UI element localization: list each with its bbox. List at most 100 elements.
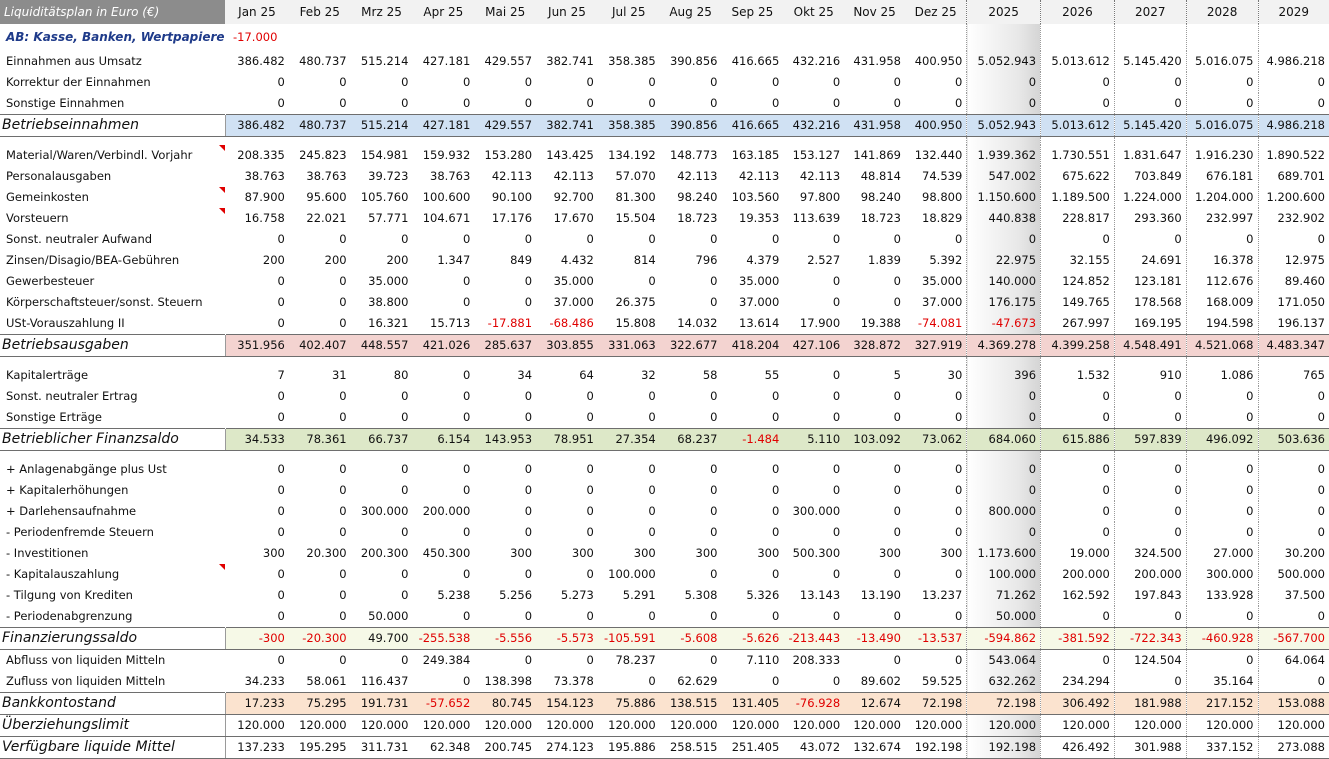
value-cell[interactable]: 200.745 bbox=[474, 736, 537, 759]
value-cell[interactable]: 0 bbox=[536, 480, 598, 501]
value-cell[interactable]: 0 bbox=[536, 407, 598, 429]
value-cell[interactable]: 0 bbox=[660, 564, 722, 585]
value-cell[interactable]: 0 bbox=[966, 72, 1041, 93]
value-cell[interactable]: 0 bbox=[225, 650, 289, 672]
row-label[interactable]: Sonst. neutraler Ertrag bbox=[0, 386, 225, 407]
row-label[interactable]: Verfügbare liquide Mittel bbox=[0, 736, 226, 759]
value-cell[interactable]: 0 bbox=[598, 671, 660, 693]
value-cell[interactable]: 22.021 bbox=[289, 208, 351, 229]
value-cell[interactable]: 116.437 bbox=[351, 671, 413, 693]
value-cell[interactable]: 0 bbox=[225, 407, 289, 429]
value-cell[interactable]: 0 bbox=[844, 292, 905, 313]
value-cell[interactable]: 0 bbox=[474, 522, 536, 543]
value-cell[interactable]: 396 bbox=[966, 365, 1041, 386]
value-cell[interactable]: 66.737 bbox=[350, 428, 413, 451]
value-cell[interactable]: 0 bbox=[1040, 606, 1115, 628]
value-cell[interactable] bbox=[1257, 24, 1329, 51]
value-cell[interactable]: 149.765 bbox=[1040, 292, 1115, 313]
value-cell[interactable]: 0 bbox=[783, 671, 844, 693]
row-label[interactable]: Vorsteuern bbox=[0, 208, 225, 229]
value-cell[interactable]: 390.856 bbox=[660, 51, 722, 72]
value-cell[interactable]: 0 bbox=[474, 93, 536, 115]
value-cell[interactable]: 0 bbox=[474, 386, 536, 407]
value-cell[interactable]: 303.855 bbox=[536, 334, 598, 357]
row-label[interactable]: + Kapitalerhöhungen bbox=[0, 480, 225, 501]
value-cell[interactable]: 124.504 bbox=[1113, 649, 1187, 671]
value-cell[interactable]: 0 bbox=[474, 229, 536, 250]
value-cell[interactable]: 87.900 bbox=[225, 187, 289, 208]
value-cell[interactable]: 217.152 bbox=[1185, 692, 1258, 715]
value-cell[interactable]: 0 bbox=[844, 386, 905, 407]
row-label[interactable]: Zufluss von liquiden Mitteln bbox=[0, 671, 225, 693]
value-cell[interactable]: 0 bbox=[783, 407, 844, 429]
value-cell[interactable]: 143.425 bbox=[536, 145, 598, 166]
column-header[interactable]: Feb 25 bbox=[288, 0, 351, 24]
value-cell[interactable]: -255.538 bbox=[412, 627, 475, 650]
value-cell[interactable]: 98.240 bbox=[660, 187, 722, 208]
row-label[interactable]: Kapitalerträge bbox=[0, 365, 225, 386]
value-cell[interactable]: 5.291 bbox=[598, 585, 660, 606]
value-cell[interactable]: 0 bbox=[289, 292, 351, 313]
column-header[interactable]: 2025 bbox=[966, 0, 1041, 24]
value-cell[interactable]: 13.143 bbox=[783, 585, 844, 606]
value-cell[interactable]: 0 bbox=[1040, 459, 1115, 480]
value-cell[interactable]: 1.150.600 bbox=[966, 187, 1041, 208]
value-cell[interactable]: 22.975 bbox=[966, 250, 1041, 271]
value-cell[interactable]: 0 bbox=[536, 650, 598, 672]
row-label[interactable]: Personalausgaben bbox=[0, 166, 225, 187]
value-cell[interactable]: 0 bbox=[1040, 386, 1115, 407]
value-cell[interactable]: 480.737 bbox=[288, 114, 351, 137]
value-cell[interactable]: 1.890.522 bbox=[1257, 145, 1329, 166]
value-cell[interactable]: 64 bbox=[536, 365, 598, 386]
value-cell[interactable]: 0 bbox=[225, 459, 289, 480]
value-cell[interactable]: 910 bbox=[1113, 365, 1187, 386]
value-cell[interactable]: 137.233 bbox=[225, 736, 289, 759]
value-cell[interactable]: 192.198 bbox=[904, 736, 967, 759]
value-cell[interactable]: 0 bbox=[474, 407, 536, 429]
value-cell[interactable]: -213.443 bbox=[783, 627, 845, 650]
value-cell[interactable]: 234.294 bbox=[1040, 671, 1115, 693]
value-cell[interactable]: 0 bbox=[966, 407, 1041, 429]
value-cell[interactable]: 0 bbox=[412, 386, 474, 407]
value-cell[interactable]: 71.262 bbox=[966, 585, 1041, 606]
value-cell[interactable]: 0 bbox=[844, 480, 905, 501]
value-cell[interactable]: 285.637 bbox=[474, 334, 537, 357]
value-cell[interactable]: 38.800 bbox=[351, 292, 413, 313]
column-header[interactable]: 2027 bbox=[1113, 0, 1187, 24]
value-cell[interactable]: 0 bbox=[1113, 522, 1187, 543]
value-cell[interactable]: 12.674 bbox=[844, 692, 905, 715]
value-cell[interactable]: 192.198 bbox=[966, 736, 1041, 759]
column-header[interactable]: Nov 25 bbox=[844, 0, 905, 24]
value-cell[interactable]: 245.823 bbox=[289, 145, 351, 166]
value-cell[interactable]: 49.700 bbox=[350, 627, 413, 650]
value-cell[interactable]: 27.000 bbox=[1185, 543, 1258, 564]
value-cell[interactable]: 200.000 bbox=[1113, 564, 1187, 585]
value-cell[interactable]: 58.061 bbox=[289, 671, 351, 693]
value-cell[interactable]: 0 bbox=[351, 585, 413, 606]
value-cell[interactable] bbox=[1185, 24, 1258, 51]
row-label[interactable]: Finanzierungssaldo bbox=[0, 627, 226, 650]
value-cell[interactable]: 0 bbox=[412, 93, 474, 115]
value-cell[interactable]: 16.378 bbox=[1185, 250, 1258, 271]
value-cell[interactable]: 42.113 bbox=[722, 166, 784, 187]
value-cell[interactable]: 0 bbox=[536, 606, 598, 628]
value-cell[interactable]: 64.064 bbox=[1257, 649, 1329, 671]
value-cell[interactable]: 38.763 bbox=[225, 166, 289, 187]
value-cell[interactable]: 0 bbox=[412, 271, 474, 292]
value-cell[interactable]: 0 bbox=[474, 480, 536, 501]
value-cell[interactable]: 543.064 bbox=[966, 649, 1041, 671]
value-cell[interactable]: 0 bbox=[1113, 671, 1187, 693]
value-cell[interactable]: 5.145.420 bbox=[1113, 114, 1187, 137]
value-cell[interactable]: 176.175 bbox=[966, 292, 1041, 313]
value-cell[interactable]: 480.737 bbox=[289, 51, 351, 72]
value-cell[interactable]: 89.460 bbox=[1257, 271, 1329, 292]
value-cell[interactable]: 0 bbox=[905, 386, 967, 407]
value-cell[interactable]: 0 bbox=[905, 606, 967, 628]
value-cell[interactable]: 0 bbox=[351, 459, 413, 480]
value-cell[interactable]: 0 bbox=[905, 501, 967, 522]
value-cell[interactable]: 0 bbox=[1113, 229, 1187, 250]
row-label[interactable]: Betriebsausgaben bbox=[0, 334, 226, 357]
row-label[interactable]: Sonstige Einnahmen bbox=[0, 93, 225, 115]
value-cell[interactable]: 0 bbox=[905, 229, 967, 250]
value-cell[interactable]: 0 bbox=[1185, 501, 1258, 522]
